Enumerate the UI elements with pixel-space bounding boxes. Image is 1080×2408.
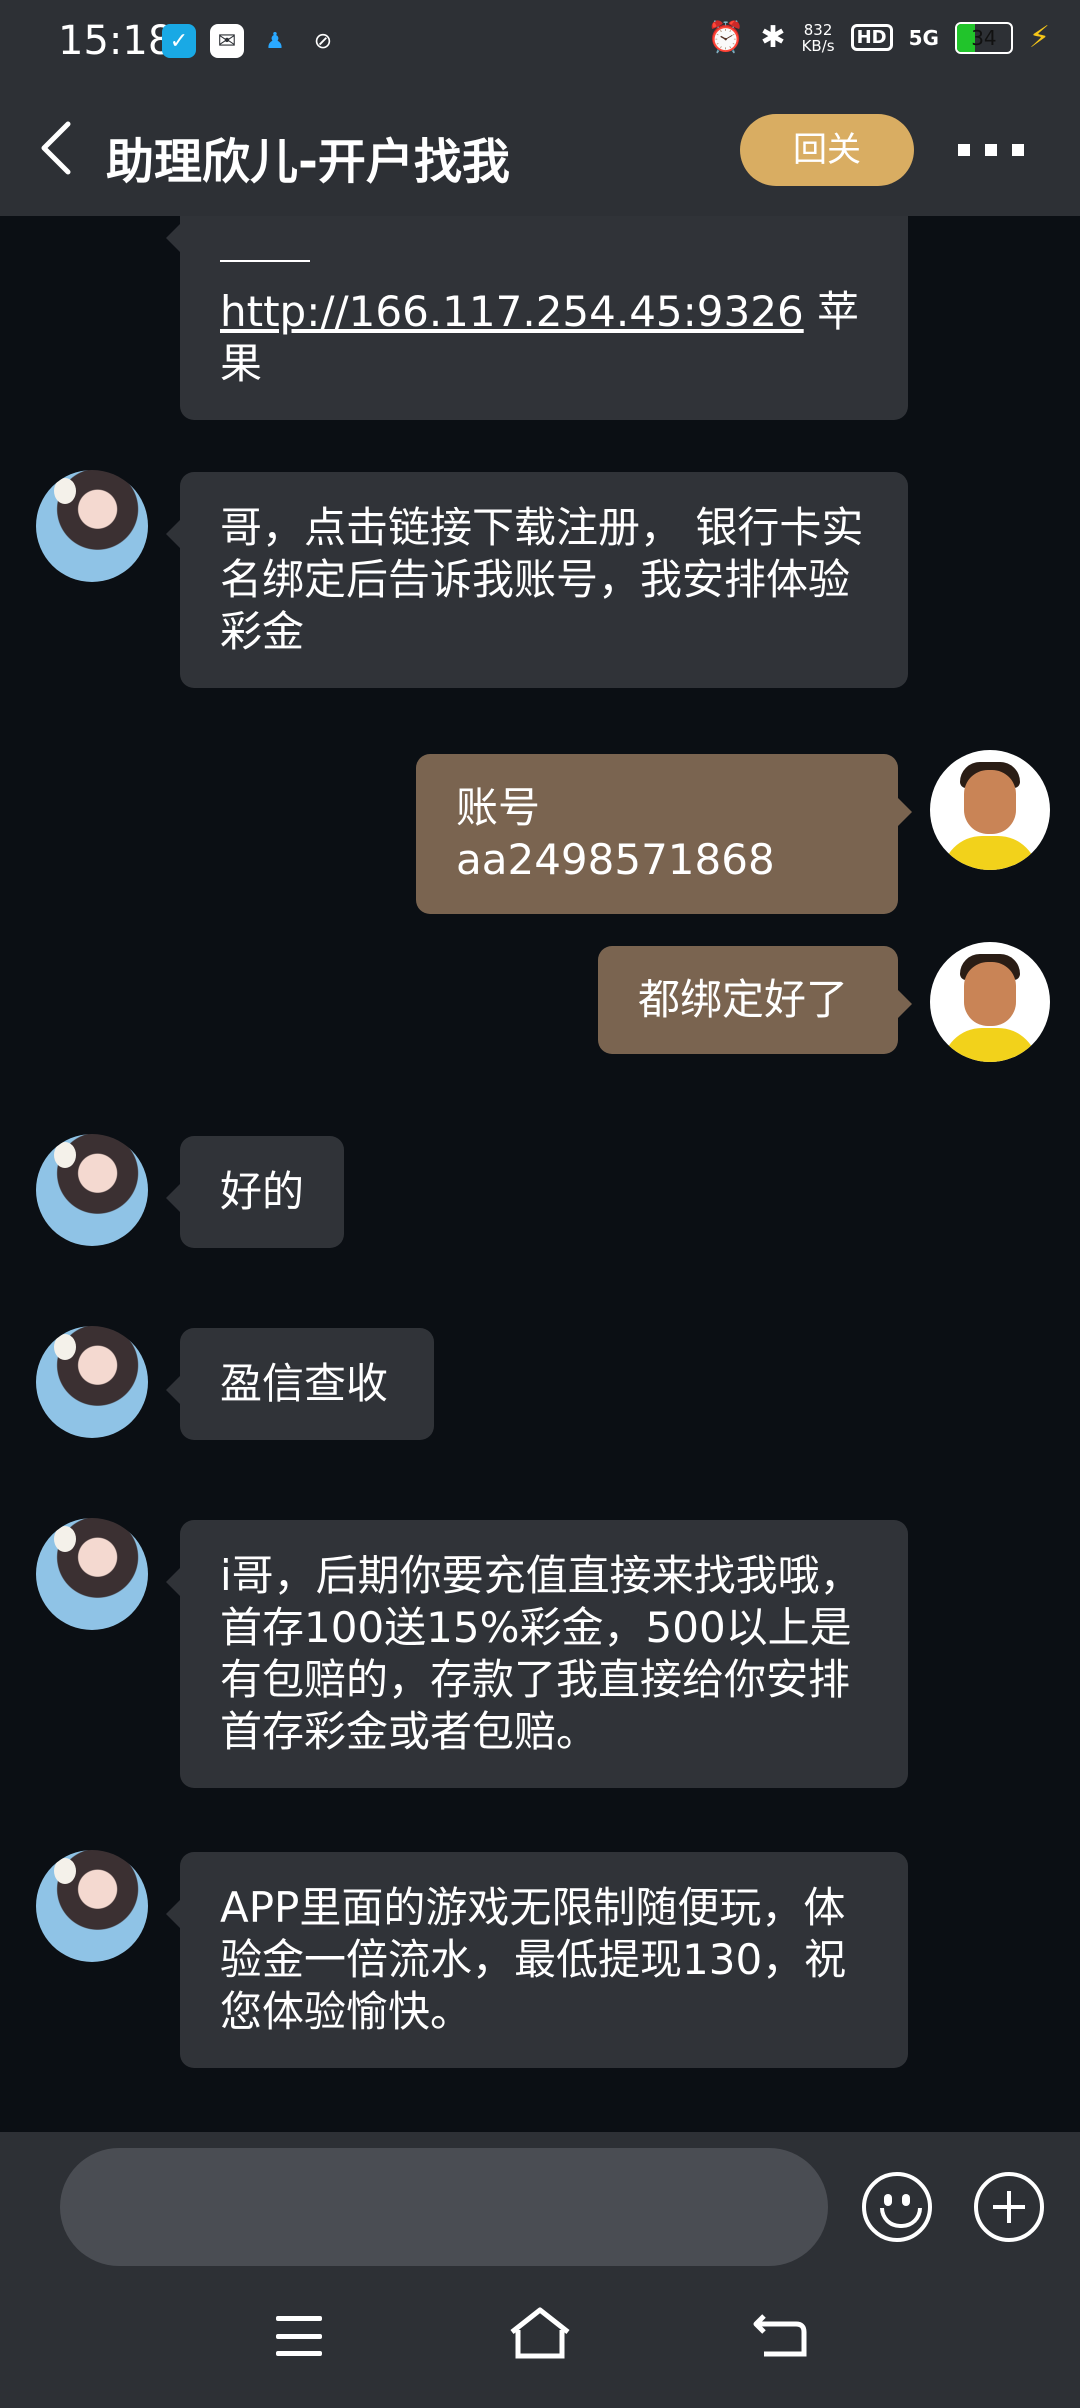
recent-apps-icon[interactable] — [276, 2316, 322, 2356]
message-bubble-incoming[interactable]: i哥，后期你要充值直接来找我哦，首存100送15%彩金，500以上是有包赔的，存… — [166, 1520, 908, 1788]
back-arrow-icon[interactable] — [36, 118, 80, 178]
message-bubble-incoming[interactable]: 盈信查收 — [166, 1328, 434, 1440]
app-icon: ⊘ — [313, 28, 333, 54]
app-notification-icon: ✓ — [162, 24, 196, 58]
message-list[interactable]: http://166.117.254.45:9326 苹果 哥，点击链接下载注册… — [0, 216, 1080, 2132]
message-bubble-incoming[interactable]: 好的 — [166, 1136, 344, 1248]
message-bubble-incoming[interactable]: http://166.117.254.45:9326 苹果 — [166, 216, 908, 420]
message-input[interactable] — [60, 2148, 828, 2266]
message-bubble-incoming[interactable]: 哥，点击链接下载注册， 银行卡实名绑定后告诉我账号，我安排体验彩金 — [166, 472, 908, 688]
contact-avatar[interactable] — [36, 1134, 148, 1246]
more-options-icon[interactable] — [958, 144, 1024, 156]
message-bubble-incoming[interactable]: APP里面的游戏无限制随便玩，体验金一倍流水，最低提现130，祝您体验愉快。 — [166, 1852, 908, 2068]
message-bubble-outgoing[interactable]: 都绑定好了 — [598, 946, 912, 1054]
alarm-icon: ⏰ — [707, 20, 745, 55]
user-avatar[interactable] — [930, 942, 1050, 1062]
system-nav-bar — [0, 2272, 1080, 2408]
charging-icon: ⚡ — [1028, 20, 1050, 55]
qq-icon: ♟ — [265, 28, 285, 54]
contact-avatar[interactable] — [36, 1518, 148, 1630]
contact-avatar[interactable] — [36, 1850, 148, 1962]
chat-header: 助理欣儿-开户找我 回关 — [0, 84, 1080, 216]
add-attachment-icon[interactable] — [974, 2172, 1044, 2242]
notification-icons: ✓ ✉ ♟ ⊘ — [162, 24, 340, 58]
back-nav-icon[interactable] — [752, 2312, 808, 2358]
signal-icon: 5G — [908, 25, 939, 50]
chat-title: 助理欣儿-开户找我 — [106, 134, 510, 190]
hd-icon: HD — [850, 24, 893, 51]
message-link[interactable]: http://166.117.254.45:9326 — [220, 287, 804, 336]
follow-back-button[interactable]: 回关 — [740, 114, 914, 186]
emoji-icon[interactable] — [862, 2172, 932, 2242]
mail-icon: ✉ — [210, 24, 244, 58]
contact-avatar[interactable] — [36, 1326, 148, 1438]
input-bar — [0, 2132, 1080, 2272]
status-bar: 15:18 ✓ ✉ ♟ ⊘ ⏰ ✱ 832 KB/s HD 5G 34 ⚡ — [0, 0, 1080, 84]
status-time: 15:18 — [58, 18, 174, 64]
message-bubble-outgoing[interactable]: 账号aa2498571868 — [416, 754, 912, 914]
bluetooth-icon: ✱ — [760, 20, 786, 55]
system-icons: ⏰ ✱ 832 KB/s HD 5G 34 ⚡ — [707, 20, 1050, 55]
battery-icon: 34 — [954, 21, 1013, 54]
network-speed: 832 KB/s — [801, 20, 835, 55]
contact-avatar[interactable] — [36, 470, 148, 582]
user-avatar[interactable] — [930, 750, 1050, 870]
home-icon[interactable] — [508, 2306, 572, 2362]
